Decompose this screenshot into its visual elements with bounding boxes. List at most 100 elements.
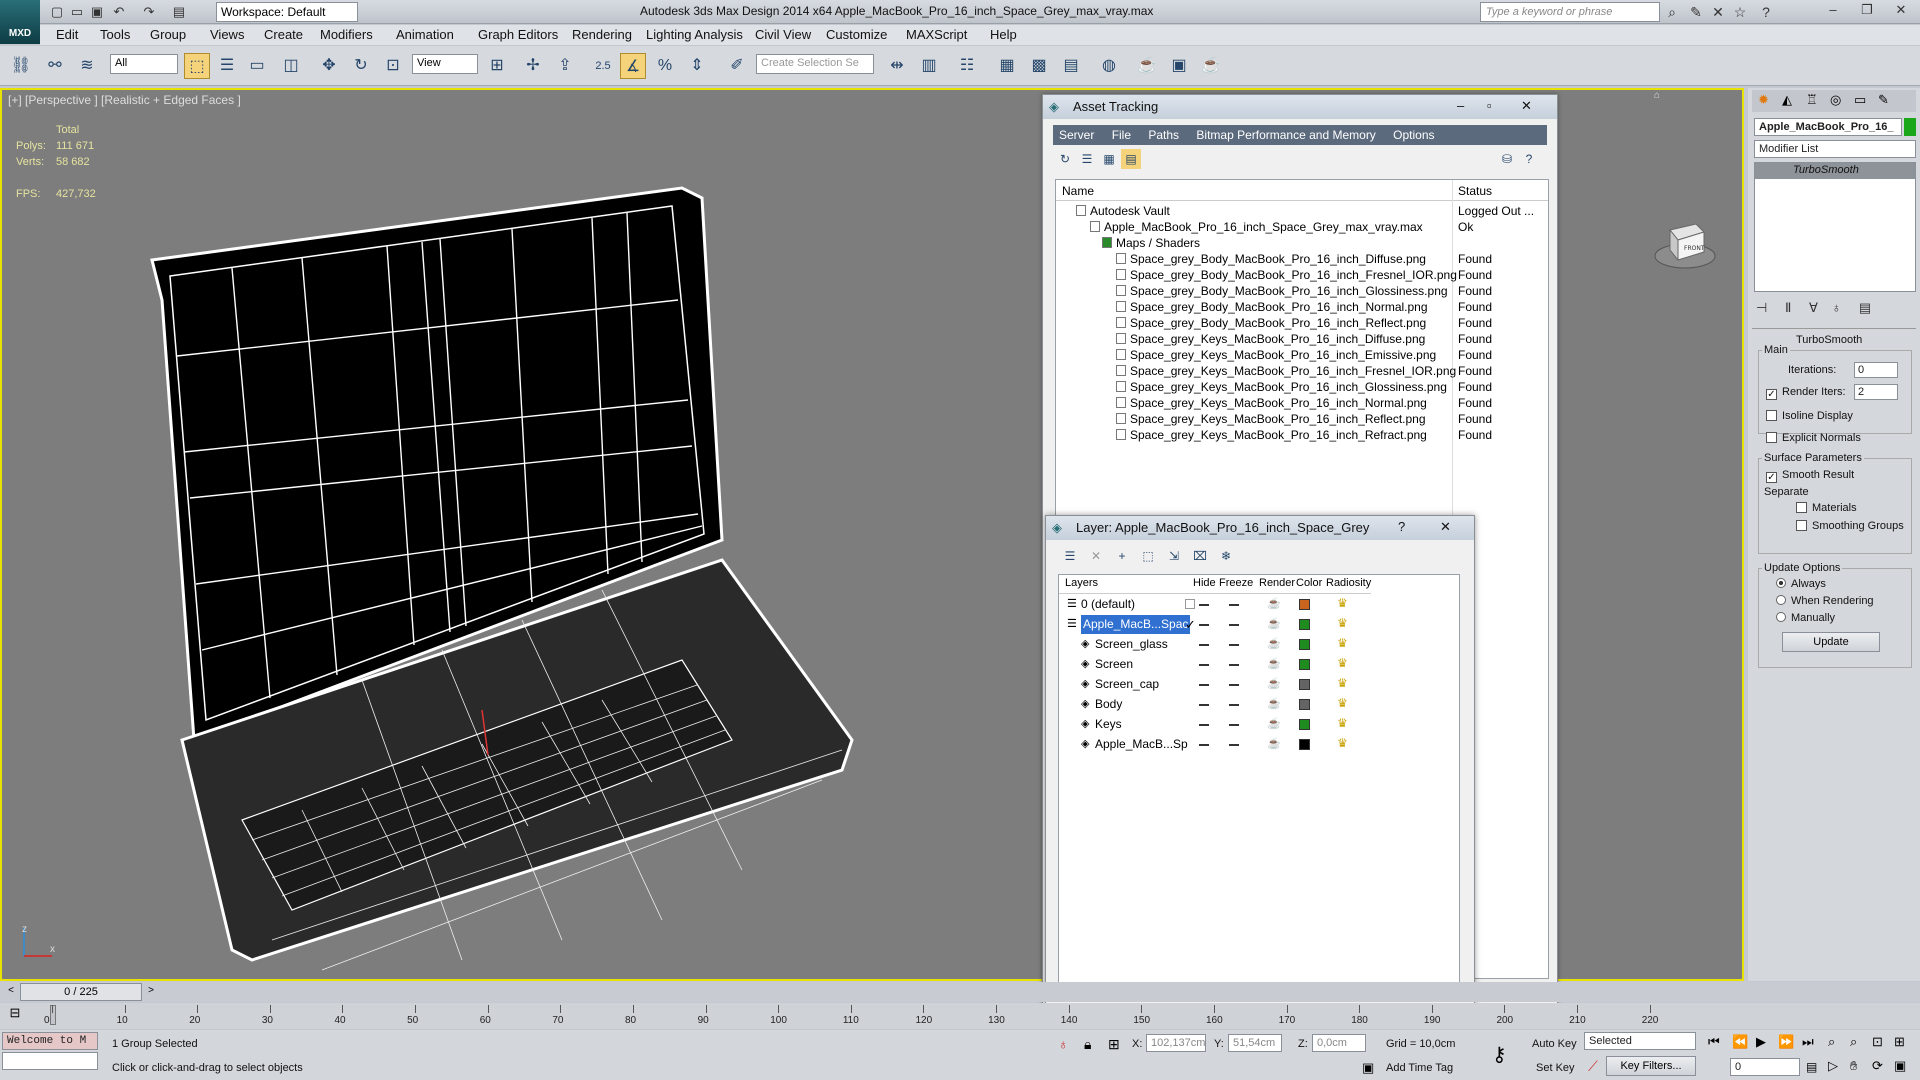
set-key-mode-icon[interactable]: ⚷: [1492, 1042, 1507, 1067]
manually-radio[interactable]: Manually: [1776, 612, 1835, 624]
freeze-all-layers-icon[interactable]: ❄: [1216, 546, 1236, 566]
object-color-swatch[interactable]: [1904, 118, 1916, 136]
layer-name[interactable]: Screen_cap: [1095, 675, 1159, 694]
modifier-list-dropdown[interactable]: Modifier List: [1754, 140, 1916, 158]
unlink-icon[interactable]: ⚯: [42, 53, 68, 79]
z-coordinate-field[interactable]: 0,0cm: [1312, 1034, 1366, 1052]
update-button[interactable]: Update: [1782, 632, 1880, 652]
iterations-spinner[interactable]: 0: [1854, 362, 1898, 378]
percent-snap-icon[interactable]: %: [652, 53, 678, 79]
key-mode-dropdown[interactable]: Selected: [1584, 1032, 1696, 1050]
binoculars-icon[interactable]: ⌕: [1662, 3, 1682, 21]
go-to-end-icon[interactable]: ⏭: [1802, 1034, 1814, 1050]
menu-maxscript[interactable]: MAXScript: [900, 27, 973, 42]
hide-toggle[interactable]: [1199, 624, 1209, 626]
next-key-icon[interactable]: ⏩: [1778, 1034, 1794, 1050]
layer-close-button[interactable]: ✕: [1440, 519, 1451, 535]
layer-row[interactable]: ☰ Apple_MacB...Spac ✓ ☕ ♛: [1059, 615, 1461, 634]
close-button[interactable]: ✕: [1884, 0, 1918, 20]
layer-row[interactable]: ◈ Apple_MacB...Sp ☕ ♛: [1059, 735, 1461, 754]
select-by-name-icon[interactable]: ☰: [214, 53, 240, 79]
layer-color-swatch[interactable]: [1299, 659, 1310, 670]
maxscript-listener-output[interactable]: [2, 1052, 98, 1070]
reference-coordinate-dropdown[interactable]: View: [412, 54, 478, 74]
asset-menu-paths[interactable]: Paths: [1148, 128, 1179, 142]
zoom-extents-icon[interactable]: ⊡: [1872, 1034, 1883, 1050]
asset-menu-options[interactable]: Options: [1393, 128, 1434, 142]
object-name-field[interactable]: Apple_MacBook_Pro_16_: [1754, 118, 1902, 136]
angle-snap-icon[interactable]: ∡: [620, 53, 646, 79]
save-icon[interactable]: ▣: [88, 3, 106, 21]
layer-help-button[interactable]: ?: [1398, 519, 1405, 534]
zoom-icon[interactable]: ⌕: [1828, 1034, 1835, 1050]
hierarchy-tab-icon[interactable]: ♖: [1806, 92, 1818, 108]
layer-row[interactable]: ◈ Body ☕ ♛: [1059, 695, 1461, 714]
maxscript-listener-field[interactable]: Welcome to M: [2, 1032, 98, 1050]
material-editor-icon[interactable]: ◍: [1096, 53, 1122, 79]
configure-sets-icon[interactable]: ▤: [1859, 300, 1871, 315]
create-layer-icon[interactable]: ☰: [1060, 546, 1080, 566]
menu-lighting-analysis[interactable]: Lighting Analysis: [640, 27, 749, 42]
spinner-snap-icon[interactable]: ⇕: [684, 53, 710, 79]
asset-close-button[interactable]: ✕: [1521, 98, 1532, 114]
freeze-toggle[interactable]: [1229, 664, 1239, 666]
layer-color-swatch[interactable]: [1299, 739, 1310, 750]
time-slider-thumb[interactable]: 0 / 225: [20, 983, 142, 1001]
render-teapot-icon[interactable]: ☕: [1267, 715, 1281, 734]
layer-color-swatch[interactable]: [1299, 639, 1310, 650]
layer-name[interactable]: 0 (default): [1081, 595, 1135, 614]
list-view-icon[interactable]: ☰: [1077, 149, 1097, 169]
maximize-viewport-icon[interactable]: ▣: [1894, 1058, 1906, 1074]
menu-views[interactable]: Views: [204, 27, 250, 42]
prev-key-icon[interactable]: ⏪: [1732, 1034, 1748, 1050]
motion-tab-icon[interactable]: ◎: [1830, 92, 1841, 108]
display-tab-icon[interactable]: ▭: [1854, 92, 1866, 108]
smooth-result-checkbox[interactable]: ✓ Smooth Result: [1766, 469, 1854, 483]
delete-layer-icon[interactable]: ✕: [1086, 546, 1106, 566]
remove-modifier-icon[interactable]: ♁: [1832, 300, 1842, 315]
layer-name[interactable]: Body: [1095, 695, 1122, 714]
render-teapot-icon[interactable]: ☕: [1267, 735, 1281, 754]
current-layer-checkmark[interactable]: ✓: [1185, 615, 1196, 634]
layer-name[interactable]: Keys: [1095, 715, 1122, 734]
menu-modifiers[interactable]: Modifiers: [314, 27, 379, 42]
menu-animation[interactable]: Animation: [390, 27, 460, 42]
open-file-icon[interactable]: ▭: [68, 3, 86, 21]
explicit-normals-checkbox[interactable]: Explicit Normals: [1766, 432, 1861, 444]
layer-manager-dialog[interactable]: ◈ Layer: Apple_MacBook_Pro_16_inch_Space…: [1045, 515, 1475, 1014]
current-frame-field[interactable]: 0: [1730, 1058, 1800, 1076]
app-logo[interactable]: MXD: [0, 0, 40, 44]
scale-icon[interactable]: ⊡: [380, 53, 406, 79]
menu-customize[interactable]: Customize: [820, 27, 893, 42]
radiosity-icon[interactable]: ♛: [1337, 614, 1348, 633]
track-bar[interactable]: ⊟ 0 10 20 30 40 50 60 70 80 90 100 110 120 130 140 150 1…: [0, 1003, 1920, 1029]
hide-toggle[interactable]: [1199, 684, 1209, 686]
always-radio[interactable]: Always: [1776, 578, 1826, 590]
select-manipulate-icon[interactable]: ✢: [520, 53, 546, 79]
time-tag-icon[interactable]: ▣: [1362, 1060, 1374, 1076]
named-selection-dropdown[interactable]: Create Selection Se: [756, 54, 874, 74]
rendered-frame-window-icon[interactable]: ▣: [1166, 53, 1192, 79]
layer-row[interactable]: ◈ Screen_cap ☕ ♛: [1059, 675, 1461, 694]
thumbnail-view-icon[interactable]: ▦: [1099, 149, 1119, 169]
asset-help-icon[interactable]: ?: [1519, 149, 1539, 169]
hide-toggle[interactable]: [1199, 644, 1209, 646]
current-layer-checkbox[interactable]: [1185, 599, 1195, 609]
layer-row[interactable]: ◈ Keys ☕ ♛: [1059, 715, 1461, 734]
orbit-icon[interactable]: ⟳: [1872, 1058, 1883, 1074]
menu-graph-editors[interactable]: Graph Editors: [472, 27, 564, 42]
selection-lock-icon[interactable]: 🔒︎: [1084, 1036, 1091, 1053]
undo-icon[interactable]: ↶: [110, 3, 128, 21]
render-iters-toggle[interactable]: ✓ Render Iters:: [1766, 386, 1846, 400]
render-teapot-icon[interactable]: ☕: [1267, 595, 1281, 614]
key-filters-button[interactable]: Key Filters...: [1606, 1056, 1696, 1076]
freeze-toggle[interactable]: [1229, 744, 1239, 746]
rectangular-region-icon[interactable]: ▭: [244, 53, 270, 79]
materials-checkbox[interactable]: Materials: [1796, 502, 1857, 514]
modifier-stack-item[interactable]: TurboSmooth: [1755, 163, 1915, 179]
menu-rendering[interactable]: Rendering: [566, 27, 638, 42]
viewcube[interactable]: FRONT: [1650, 210, 1720, 280]
next-frame-icon[interactable]: >: [144, 985, 158, 999]
time-slider[interactable]: < 0 / 225 >: [0, 982, 1920, 1002]
asset-tracking-titlebar[interactable]: ◈ Asset Tracking – ▫ ✕: [1043, 95, 1557, 119]
